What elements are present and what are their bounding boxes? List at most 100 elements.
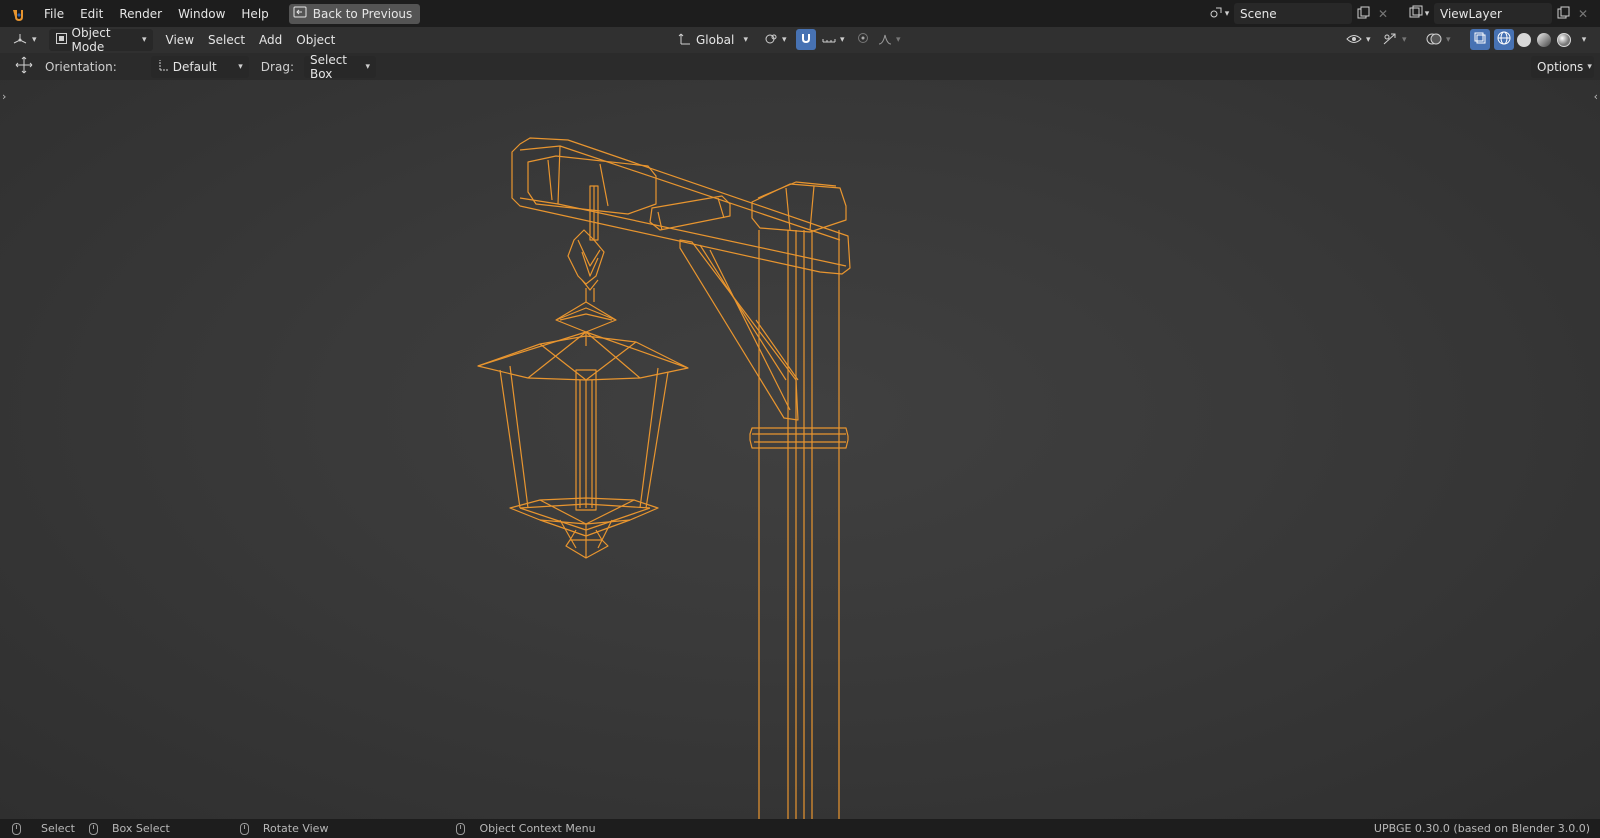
chevron-down-icon: ▾ — [365, 61, 370, 72]
chevron-down-icon: ▾ — [1581, 34, 1587, 45]
status-select-hint: Select — [12, 822, 75, 835]
proportional-editing-toggle[interactable] — [854, 29, 872, 50]
chevron-down-icon: ▾ — [142, 35, 147, 45]
middle-mouse-icon — [239, 822, 249, 835]
chevron-down-icon: ▾ — [1224, 8, 1230, 19]
scene-browse-button[interactable]: ▾ — [1204, 3, 1234, 24]
menu-view[interactable]: View — [159, 29, 201, 51]
chevron-down-icon: ▾ — [1402, 35, 1407, 45]
status-select-label: Select — [41, 822, 75, 835]
chevron-down-icon: ▾ — [1366, 35, 1371, 45]
pivot-point-dropdown[interactable]: ▾ — [758, 29, 793, 51]
menu-edit[interactable]: Edit — [72, 0, 111, 27]
menu-add[interactable]: Add — [252, 29, 289, 51]
lantern-wireframe — [477, 301, 689, 559]
mode-dropdown[interactable]: Object Mode ▾ — [48, 26, 153, 54]
drag-label: Drag: — [260, 59, 294, 74]
orientation-default-icon — [157, 58, 169, 75]
status-context-menu-label: Object Context Menu — [479, 822, 596, 835]
shading-options-dropdown[interactable]: ▾ — [1576, 29, 1592, 50]
3d-viewport[interactable]: › ‹ — [0, 80, 1600, 819]
object-mode-icon — [55, 32, 68, 48]
falloff-curve-icon — [878, 33, 892, 48]
chevron-down-icon: ▾ — [32, 35, 37, 45]
drag-value: Select Box — [309, 52, 348, 81]
view-layer-browse-button[interactable]: ▾ — [1404, 3, 1434, 24]
visibility-dropdown[interactable]: ▾ — [1340, 29, 1377, 51]
status-context-menu-hint: Object Context Menu — [456, 822, 596, 835]
drag-dropdown[interactable]: Select Box ▾ — [303, 52, 376, 81]
back-to-previous-label: Back to Previous — [312, 6, 413, 21]
scene-icon — [1209, 5, 1223, 22]
material-sphere-icon — [1537, 32, 1551, 47]
new-scene-button[interactable] — [1352, 3, 1374, 24]
options-dropdown[interactable]: Options ▾ — [1531, 55, 1594, 78]
status-bar: Select Box Select Rotate View Object Con… — [0, 819, 1600, 838]
back-arrow-icon — [293, 6, 307, 21]
status-box-select-hint: Box Select — [88, 822, 170, 835]
close-icon: ✕ — [1577, 6, 1589, 21]
eye-icon — [1346, 33, 1362, 48]
menu-render[interactable]: Render — [111, 0, 170, 27]
active-tool-button[interactable] — [12, 56, 36, 77]
gizmo-icon — [1382, 32, 1398, 49]
street-lamp-wireframe[interactable] — [0, 80, 1600, 819]
xray-toggle[interactable] — [1470, 29, 1490, 50]
top-bar: File Edit Render Window Help Back to Pre… — [0, 0, 1600, 27]
solid-sphere-icon — [1517, 32, 1531, 47]
snap-toggle[interactable] — [796, 29, 816, 50]
snap-increment-icon — [822, 33, 836, 48]
scene-name-field[interactable]: Scene — [1234, 3, 1352, 24]
snap-target-dropdown[interactable]: ▾ — [816, 29, 851, 51]
new-view-layer-button[interactable] — [1552, 3, 1574, 24]
shading-material-button[interactable] — [1534, 29, 1554, 50]
transform-orientation-label: Global — [696, 33, 735, 47]
lamp-brace-wireframe — [679, 239, 799, 421]
shading-wireframe-button[interactable] — [1494, 29, 1514, 50]
delete-scene-button[interactable]: ✕ — [1374, 3, 1392, 24]
options-label: Options — [1537, 59, 1584, 74]
menu-window[interactable]: Window — [170, 0, 233, 27]
upbge-logo-icon[interactable] — [0, 0, 36, 27]
orientation-value: Default — [172, 59, 217, 74]
menu-select[interactable]: Select — [201, 29, 252, 51]
orientation-dropdown[interactable]: Default ▾ — [150, 55, 249, 78]
scene-selector: ▾ Scene ✕ — [1204, 3, 1392, 24]
chevron-down-icon: ▾ — [1424, 8, 1430, 19]
chevron-down-icon: ▾ — [782, 35, 787, 45]
drag-mouse-icon — [88, 822, 98, 835]
status-box-select-label: Box Select — [111, 822, 170, 835]
gizmo-dropdown[interactable]: ▾ — [1376, 29, 1413, 51]
shading-solid-button[interactable] — [1514, 29, 1534, 50]
delete-view-layer-button[interactable]: ✕ — [1574, 3, 1592, 24]
view-layer-name-field[interactable]: ViewLayer — [1434, 3, 1552, 24]
shading-rendered-button[interactable] — [1554, 29, 1574, 50]
duplicate-icon — [1357, 6, 1370, 22]
lamp-hook-wireframe — [567, 185, 605, 302]
tool-settings-bar: Orientation: Default ▾ Drag: Select Box … — [0, 52, 1600, 81]
chevron-down-icon: ▾ — [1587, 61, 1592, 72]
lamp-arm-wireframe — [511, 137, 851, 275]
mode-label: Object Mode — [71, 26, 111, 54]
editor-type-dropdown[interactable]: ▾ — [6, 29, 43, 51]
status-rotate-view-label: Rotate View — [262, 822, 329, 835]
lamp-post-wireframe — [749, 181, 849, 819]
proportional-icon — [857, 32, 869, 47]
wireframe-sphere-icon — [1497, 31, 1511, 48]
chevron-down-icon: ▾ — [896, 35, 901, 45]
menu-file[interactable]: File — [36, 0, 72, 27]
orientation-label: Orientation: — [45, 59, 117, 74]
left-mouse-icon — [12, 822, 21, 835]
overlays-dropdown[interactable]: ▾ — [1420, 29, 1457, 51]
transform-orientation-dropdown[interactable]: Global ▾ — [672, 29, 754, 51]
proportional-falloff-dropdown[interactable]: ▾ — [872, 29, 907, 51]
duplicate-icon — [1557, 6, 1570, 22]
viewport-header: ▾ Object Mode ▾ View Select Add Object G… — [0, 26, 1600, 54]
magnet-icon — [800, 32, 812, 47]
view-layer-icon — [1409, 5, 1423, 22]
rendered-sphere-icon — [1557, 32, 1571, 47]
back-to-previous-button[interactable]: Back to Previous — [288, 3, 421, 24]
menu-object[interactable]: Object — [289, 29, 342, 51]
menu-help[interactable]: Help — [233, 0, 276, 27]
view-layer-selector: ▾ ViewLayer ✕ — [1404, 3, 1592, 24]
